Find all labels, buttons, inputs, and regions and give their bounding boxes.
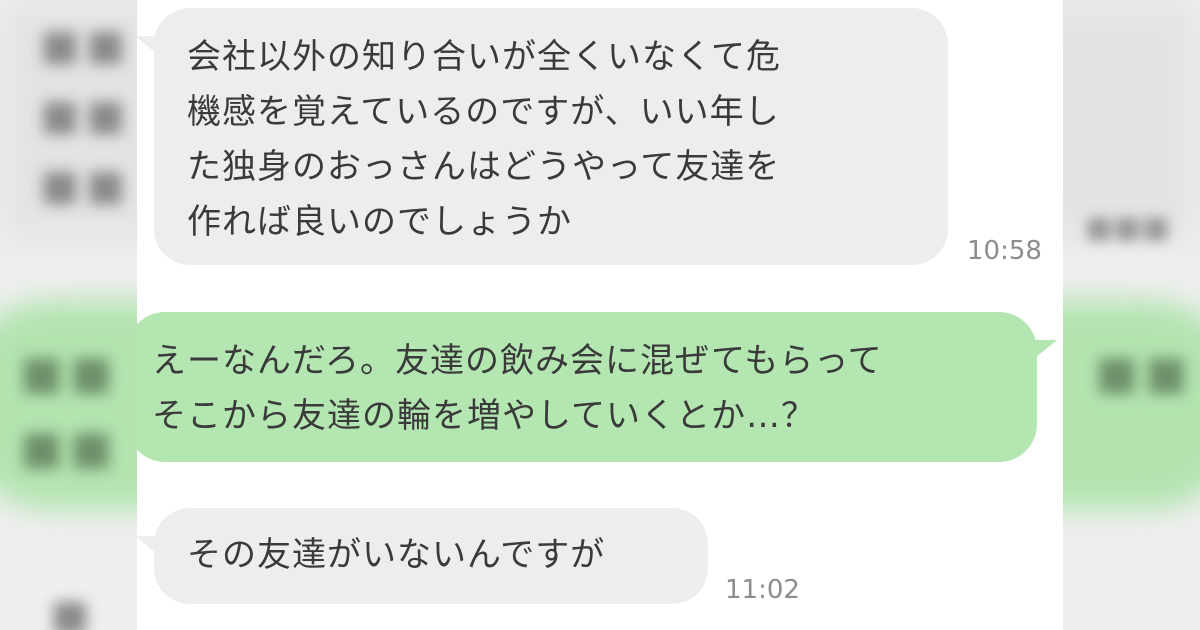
outgoing-bubble-tail [1035, 340, 1057, 358]
message-line: その友達がいないんですが [187, 535, 606, 575]
message-line: た独身のおっさんはどうやって友達を [187, 147, 781, 187]
backdrop-text: ■■ [20, 345, 119, 399]
message-line: そこから友達の輪を増やしていくとか…？ [152, 396, 816, 436]
chat-panel: 会社以外の知り合いが全くいなくて危 機感を覚えているのですが、いい年し た独身の… [137, 0, 1063, 630]
message-timestamp: 11:02 [725, 575, 800, 605]
message-timestamp: 10:58 [967, 236, 1042, 266]
incoming-message-bubble[interactable]: その友達がいないんですが [154, 508, 708, 604]
backdrop-time: ■■■ [1084, 210, 1170, 245]
message-line: 作れば良いのでしょうか [187, 202, 572, 242]
message-line: 会社以外の知り合いが全くいなくて危 [187, 37, 781, 77]
backdrop-text: ■■ [1095, 345, 1194, 399]
message-line: えーなんだろ。友達の飲み会に混ぜてもらって [152, 341, 883, 381]
backdrop-text: ■■ [40, 160, 132, 209]
backdrop-text: ■ [50, 590, 96, 630]
backdrop-text: ■■ [40, 20, 132, 69]
incoming-message-bubble[interactable]: 会社以外の知り合いが全くいなくて危 機感を覚えているのですが、いい年し た独身の… [154, 8, 948, 265]
message-line: 機感を覚えているのですが、いい年し [187, 92, 780, 132]
outgoing-message-bubble[interactable]: えーなんだろ。友達の飲み会に混ぜてもらって そこから友達の輪を増やしていくとか…… [137, 312, 1037, 462]
backdrop-text: ■■ [20, 420, 119, 474]
backdrop-text: ■■ [40, 90, 132, 139]
screenshot-stage: ■■ ■■ ■■ ■■ ■■ ■■ ■ ■■■ 会社以外の知り合いが全くいなくて… [0, 0, 1200, 630]
